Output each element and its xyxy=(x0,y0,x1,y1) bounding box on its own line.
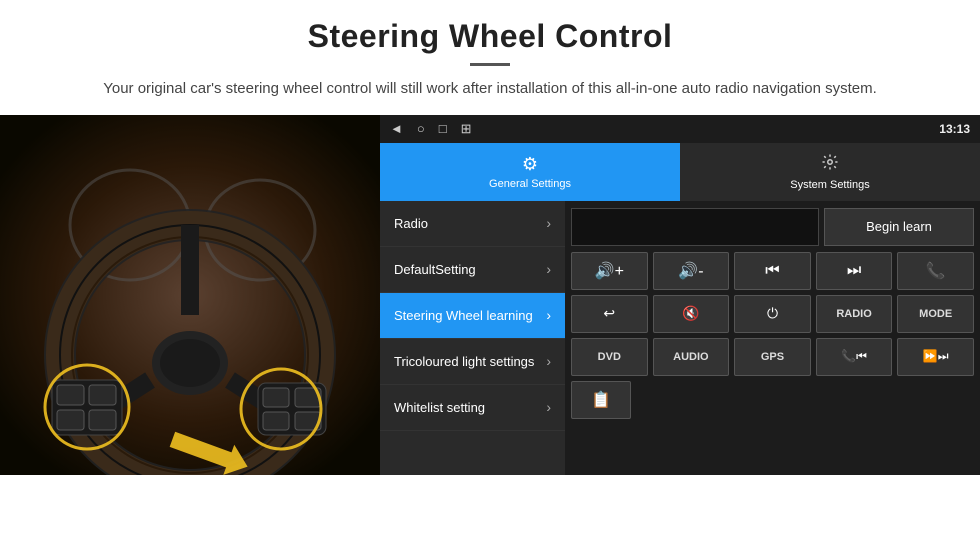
playlist-icon: 📋 xyxy=(591,390,611,410)
title-divider xyxy=(470,63,510,66)
menu-item-radio[interactable]: Radio › xyxy=(380,201,565,247)
gps-button[interactable]: GPS xyxy=(734,338,811,376)
chevron-icon-tricoloured: › xyxy=(546,353,551,369)
playlist-button[interactable]: 📋 xyxy=(571,381,631,419)
prev-icon: ⏮ xyxy=(765,262,779,280)
back-icon[interactable]: ◄ xyxy=(390,121,403,136)
menu-item-whitelist-label: Whitelist setting xyxy=(394,400,485,415)
menu-item-whitelist[interactable]: Whitelist setting › xyxy=(380,385,565,431)
radio-button[interactable]: RADIO xyxy=(816,295,893,333)
menu-item-tricoloured[interactable]: Tricoloured light settings › xyxy=(380,339,565,385)
tab-general-settings[interactable]: ⚙ General Settings xyxy=(380,143,680,201)
content-area: ◄ ○ □ ⊞ 13:13 ⚙ General Settings Sys xyxy=(0,115,980,475)
radio-label: RADIO xyxy=(836,308,871,320)
page-title: Steering Wheel Control xyxy=(60,18,920,55)
phone-prev-icon: 📞⏮ xyxy=(841,349,867,364)
chevron-icon-default: › xyxy=(546,261,551,277)
android-panel: ◄ ○ □ ⊞ 13:13 ⚙ General Settings Sys xyxy=(380,115,980,475)
clock: 13:13 xyxy=(939,122,970,136)
hang-up-button[interactable]: ↩ xyxy=(571,295,648,333)
controls-row-3: DVD AUDIO GPS 📞⏮ ⏩⏭ xyxy=(571,338,974,376)
controls-row-2: ↩ 🔇 ⏻ RADIO MODE xyxy=(571,295,974,333)
begin-learn-label: Begin learn xyxy=(866,219,932,234)
tab-general-label: General Settings xyxy=(489,178,571,190)
volume-up-icon: 🔊+ xyxy=(595,261,624,281)
ff-icon: ⏩⏭ xyxy=(923,349,949,364)
chevron-icon-steering: › xyxy=(546,307,551,323)
controls-row-1: 🔊+ 🔊- ⏮ ⏭ 📞 xyxy=(571,252,974,290)
hang-up-icon: ↩ xyxy=(603,305,615,322)
audio-button[interactable]: AUDIO xyxy=(653,338,730,376)
mute-icon: 🔇 xyxy=(682,305,699,322)
begin-learn-row: Begin learn xyxy=(571,207,974,247)
prev-button[interactable]: ⏮ xyxy=(734,252,811,290)
next-icon: ⏭ xyxy=(847,262,861,280)
tab-system-settings[interactable]: System Settings xyxy=(680,143,980,201)
home-icon[interactable]: ○ xyxy=(417,121,425,136)
mute-button[interactable]: 🔇 xyxy=(653,295,730,333)
power-icon: ⏻ xyxy=(767,305,778,322)
menu-item-tricoloured-label: Tricoloured light settings xyxy=(394,354,534,369)
subtitle-text: Your original car's steering wheel contr… xyxy=(60,78,920,101)
nav-icons: ◄ ○ □ ⊞ xyxy=(390,121,472,137)
left-menu: Radio › DefaultSetting › Steering Wheel … xyxy=(380,201,565,475)
chevron-icon-whitelist: › xyxy=(546,399,551,415)
controls-row-4: 📋 xyxy=(571,381,974,419)
right-controls: Begin learn 🔊+ 🔊- ⏮ ⏭ xyxy=(565,201,980,475)
general-settings-icon: ⚙ xyxy=(522,154,538,175)
power-button[interactable]: ⏻ xyxy=(734,295,811,333)
phone-button[interactable]: 📞 xyxy=(897,252,974,290)
learn-input[interactable] xyxy=(571,208,819,246)
tab-bar: ⚙ General Settings System Settings xyxy=(380,143,980,201)
audio-label: AUDIO xyxy=(673,351,708,363)
menu-icon[interactable]: ⊞ xyxy=(461,121,472,137)
phone-prev-button[interactable]: 📞⏮ xyxy=(816,338,893,376)
header-section: Steering Wheel Control Your original car… xyxy=(0,0,980,115)
ff-button[interactable]: ⏩⏭ xyxy=(897,338,974,376)
menu-item-steering-label: Steering Wheel learning xyxy=(394,308,533,323)
recent-icon[interactable]: □ xyxy=(439,121,447,136)
next-button[interactable]: ⏭ xyxy=(816,252,893,290)
menu-item-default-setting[interactable]: DefaultSetting › xyxy=(380,247,565,293)
menu-controls-area: Radio › DefaultSetting › Steering Wheel … xyxy=(380,201,980,475)
menu-item-default-label: DefaultSetting xyxy=(394,262,476,277)
volume-down-icon: 🔊- xyxy=(678,261,703,281)
steering-wheel-image xyxy=(0,115,380,475)
dvd-label: DVD xyxy=(598,351,621,363)
volume-up-button[interactable]: 🔊+ xyxy=(571,252,648,290)
gps-label: GPS xyxy=(761,351,784,363)
chevron-icon-radio: › xyxy=(546,215,551,231)
tab-system-label: System Settings xyxy=(790,179,869,191)
system-settings-icon xyxy=(821,153,839,176)
volume-down-button[interactable]: 🔊- xyxy=(653,252,730,290)
menu-item-radio-label: Radio xyxy=(394,216,428,231)
status-bar: ◄ ○ □ ⊞ 13:13 xyxy=(380,115,980,143)
begin-learn-button[interactable]: Begin learn xyxy=(824,208,974,246)
mode-button[interactable]: MODE xyxy=(897,295,974,333)
phone-icon: 📞 xyxy=(926,261,946,281)
mode-label: MODE xyxy=(919,308,952,320)
dvd-button[interactable]: DVD xyxy=(571,338,648,376)
menu-item-steering-wheel[interactable]: Steering Wheel learning › xyxy=(380,293,565,339)
